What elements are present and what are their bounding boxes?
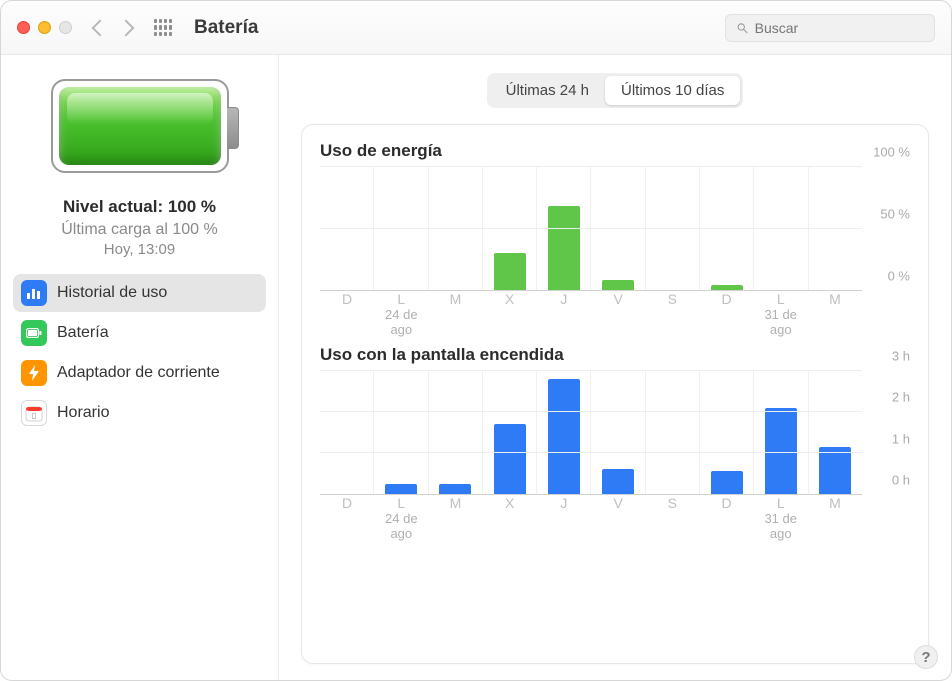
- x-tick-label: V: [591, 495, 645, 511]
- x-tick-label: X: [483, 291, 537, 307]
- bolt-icon: [21, 360, 47, 386]
- x-tick-label: M: [428, 291, 482, 307]
- x-sub-label: 31 de ago: [754, 511, 808, 541]
- y-tick-label: 1 h: [892, 431, 910, 446]
- chart-bar: [385, 484, 417, 494]
- x-sub-label: 24 de ago: [374, 307, 428, 337]
- sidebar-item-usage-history[interactable]: Historial de uso: [13, 274, 266, 312]
- x-tick-label: L: [754, 291, 808, 307]
- y-tick-label: 3 h: [892, 349, 910, 364]
- forward-button-icon[interactable]: [118, 19, 135, 36]
- x-tick-label: S: [645, 291, 699, 307]
- svg-text:▯: ▯: [32, 411, 36, 420]
- y-tick-label: 0 %: [888, 269, 910, 284]
- energy-usage-chart: 0 %50 %100 % DL24 de agoMXJVSDL31 de ago…: [320, 167, 910, 327]
- sidebar-item-label: Adaptador de corriente: [57, 364, 220, 382]
- x-tick-label: X: [483, 495, 537, 511]
- x-tick-label: M: [808, 495, 862, 511]
- current-level-label: Nivel actual: 100 %: [1, 197, 278, 217]
- screen-on-title: Uso con la pantalla encendida: [320, 345, 910, 365]
- help-icon: ?: [921, 649, 930, 666]
- minimize-button[interactable]: [38, 21, 51, 34]
- x-tick-label: D: [320, 495, 374, 511]
- help-button[interactable]: ?: [914, 645, 938, 669]
- x-tick-label: M: [808, 291, 862, 307]
- chart-bar: [711, 285, 743, 290]
- tab-last-24h[interactable]: Últimas 24 h: [490, 76, 605, 105]
- chart-bar: [439, 484, 471, 494]
- battery-level-info: Nivel actual: 100 % Última carga al 100 …: [1, 197, 278, 258]
- x-tick-label: D: [320, 291, 374, 307]
- y-tick-label: 2 h: [892, 390, 910, 405]
- x-tick-label: J: [537, 291, 591, 307]
- screen-on-chart-block: Uso con la pantalla encendida 0 h 1 h 2 h 3…: [320, 345, 910, 531]
- chart-bar: [765, 408, 797, 494]
- charts-pane: Uso de energía 0 %50 %100 % DL24 de agoM…: [301, 124, 929, 664]
- zoom-button[interactable]: [59, 21, 72, 34]
- chart-bar: [602, 280, 634, 290]
- search-icon: [736, 21, 749, 35]
- close-button[interactable]: [17, 21, 30, 34]
- x-sub-label: 31 de ago: [754, 307, 808, 337]
- chart-bar: [711, 471, 743, 494]
- sidebar-item-label: Historial de uso: [57, 284, 167, 302]
- energy-usage-title: Uso de energía: [320, 141, 910, 161]
- nav-arrows: [94, 22, 132, 34]
- y-tick-label: 100 %: [873, 145, 910, 160]
- search-input[interactable]: [755, 20, 924, 36]
- last-charge-time: Hoy, 13:09: [1, 241, 278, 258]
- screen-on-chart: 0 h1 h2 h3 h DL24 de agoMXJVSDL31 de ago…: [320, 371, 910, 531]
- chart-bar: [548, 379, 580, 494]
- y-tick-label: 0 h: [892, 473, 910, 488]
- x-tick-label: D: [699, 495, 753, 511]
- y-tick-label: 50 %: [880, 207, 910, 222]
- x-sub-label: 24 de ago: [374, 511, 428, 541]
- sidebar-item-power-adapter[interactable]: Adaptador de corriente: [13, 354, 266, 392]
- battery-graphic: [1, 79, 278, 173]
- search-field[interactable]: [725, 14, 935, 42]
- x-tick-label: S: [645, 495, 699, 511]
- main-content: Últimas 24 h Últimos 10 días Uso de ener…: [279, 55, 951, 680]
- sidebar: Nivel actual: 100 % Última carga al 100 …: [1, 55, 279, 680]
- x-tick-label: L: [374, 291, 428, 307]
- sidebar-item-label: Horario: [57, 404, 109, 422]
- time-range-segmented: Últimas 24 h Últimos 10 días: [487, 73, 744, 108]
- show-all-prefs-button[interactable]: [154, 19, 172, 37]
- battery-icon: [21, 320, 47, 346]
- window-titlebar: Batería: [1, 1, 951, 55]
- chart-bar: [494, 253, 526, 290]
- x-tick-label: V: [591, 291, 645, 307]
- energy-usage-chart-block: Uso de energía 0 %50 %100 % DL24 de agoM…: [320, 141, 910, 327]
- sidebar-item-schedule[interactable]: ▯ Horario: [13, 394, 266, 432]
- last-charge-label: Última carga al 100 %: [1, 221, 278, 239]
- sidebar-item-label: Batería: [57, 324, 109, 342]
- chart-bar: [548, 206, 580, 290]
- x-tick-label: M: [428, 495, 482, 511]
- chart-bar: [494, 424, 526, 494]
- chart-bar: [602, 469, 634, 494]
- back-button-icon[interactable]: [92, 19, 109, 36]
- tab-last-10-days[interactable]: Últimos 10 días: [605, 76, 740, 105]
- sidebar-nav: Historial de uso Batería Adaptador de co…: [1, 274, 278, 432]
- traffic-lights: [17, 21, 72, 34]
- window-title: Batería: [194, 17, 258, 39]
- preferences-window: Batería Nivel actual: 100 % Última carga…: [0, 0, 952, 681]
- bars-icon: [21, 280, 47, 306]
- calendar-icon: ▯: [21, 400, 47, 426]
- chart-bar: [819, 447, 851, 494]
- sidebar-item-battery[interactable]: Batería: [13, 314, 266, 352]
- x-tick-label: J: [537, 495, 591, 511]
- x-tick-label: L: [374, 495, 428, 511]
- x-tick-label: D: [699, 291, 753, 307]
- x-tick-label: L: [754, 495, 808, 511]
- window-body: Nivel actual: 100 % Última carga al 100 …: [1, 55, 951, 680]
